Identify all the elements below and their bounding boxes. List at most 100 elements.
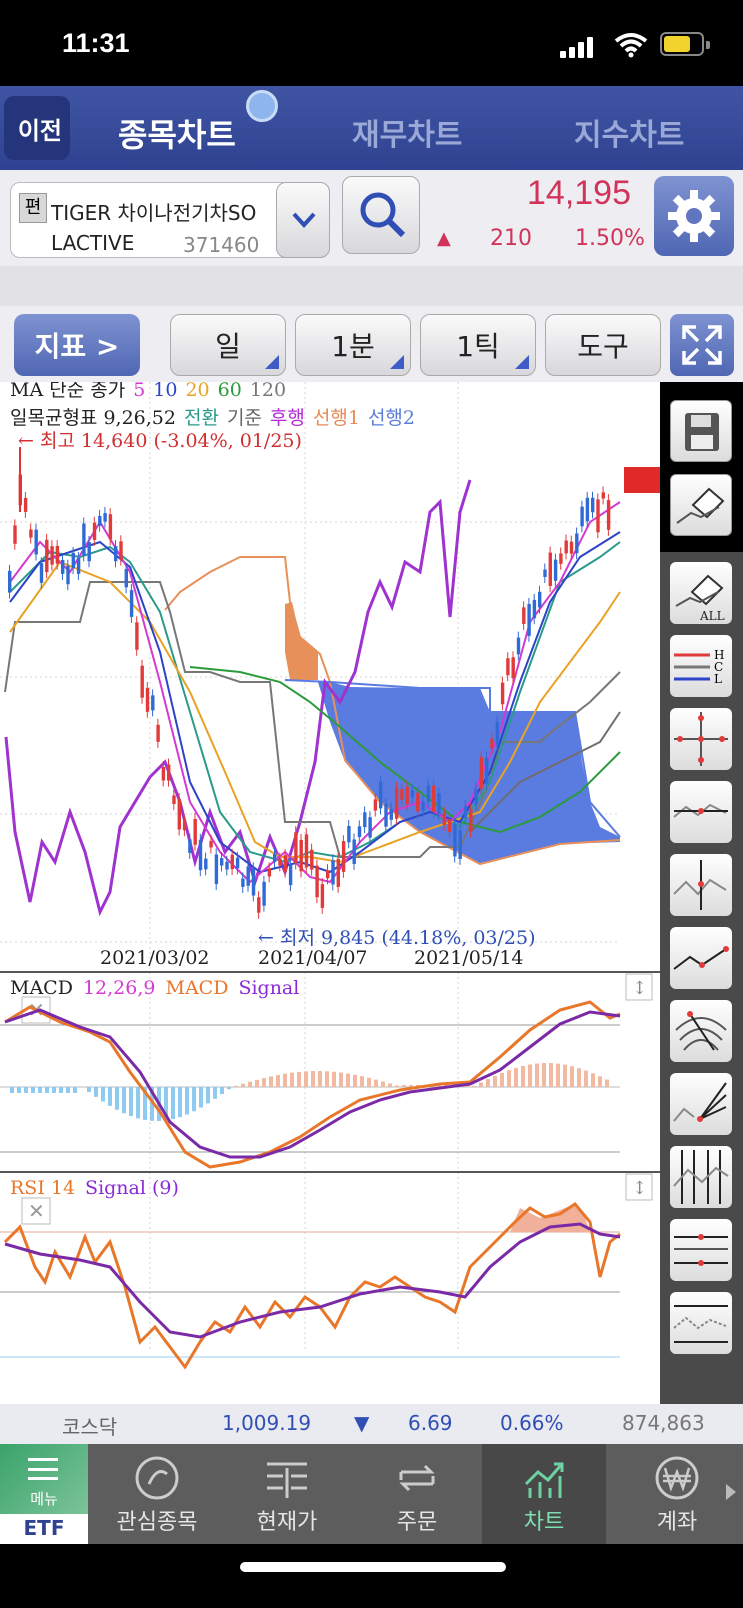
tool-fan-lines[interactable] bbox=[670, 1073, 732, 1135]
home-indicator[interactable] bbox=[240, 1562, 506, 1572]
macd-hist-bar bbox=[185, 1087, 189, 1115]
macd-hist-bar bbox=[136, 1087, 140, 1119]
svg-text:MACD12,26,9MACDSignal: MACD 12,26,9 MACD Signal bbox=[10, 977, 299, 999]
refresh-icon[interactable] bbox=[246, 90, 278, 122]
candle-body bbox=[469, 809, 473, 832]
candle-body bbox=[278, 858, 282, 866]
candle-body bbox=[273, 854, 277, 862]
macd-hist-bar bbox=[542, 1063, 546, 1087]
nav-current-price[interactable]: 현재가 bbox=[222, 1444, 352, 1544]
candle-body bbox=[188, 839, 192, 853]
nav-chart[interactable]: 차트 bbox=[482, 1444, 606, 1544]
save-tool-button[interactable] bbox=[670, 400, 732, 462]
candle-body bbox=[135, 622, 139, 650]
stock-name-2: LACTIVE bbox=[51, 231, 135, 255]
tab-financial-chart[interactable]: 재무차트 bbox=[352, 110, 462, 154]
tab-index-chart[interactable]: 지수차트 bbox=[574, 110, 684, 154]
nav-order[interactable]: 주문 bbox=[352, 1444, 482, 1544]
candle-body bbox=[98, 515, 102, 526]
macd-hist-bar bbox=[52, 1087, 56, 1093]
candle-body bbox=[45, 539, 49, 573]
candle-body bbox=[82, 523, 86, 556]
senkou1-legend: 선행1 bbox=[313, 407, 360, 429]
etf-label: ETF bbox=[23, 1516, 65, 1540]
signal-icon bbox=[560, 36, 594, 58]
candle-body bbox=[585, 497, 590, 522]
macd-legend-name: MACD bbox=[10, 977, 73, 999]
ma120-legend: 120 bbox=[250, 382, 286, 401]
macd-hist-bar bbox=[353, 1074, 357, 1087]
period-day-button[interactable]: 일 bbox=[170, 314, 286, 376]
settings-button[interactable] bbox=[654, 176, 734, 256]
nav-account[interactable]: 계좌 bbox=[612, 1444, 742, 1544]
tool-vertical-line[interactable] bbox=[670, 854, 732, 916]
tool-crosshair[interactable] bbox=[670, 708, 732, 770]
macd-hist-bar bbox=[115, 1087, 119, 1110]
date-label-2: 2021/04/07 bbox=[258, 947, 368, 969]
stock-dropdown-button[interactable] bbox=[276, 182, 330, 258]
candle-body bbox=[167, 764, 171, 781]
macd-hist-bar bbox=[388, 1083, 392, 1087]
bottom-nav: 메뉴 ETF 관심종목 현재가 주문 차트 계좌 bbox=[0, 1444, 743, 1544]
tab-stock-chart[interactable]: 종목차트 bbox=[118, 110, 236, 156]
macd-hist-bar bbox=[577, 1068, 581, 1087]
indicator-button[interactable]: 지표 > bbox=[14, 314, 140, 376]
nav-watchlist[interactable]: 관심종목 bbox=[92, 1444, 222, 1544]
macd-hist-bar bbox=[255, 1079, 259, 1087]
tool-channel[interactable] bbox=[670, 1219, 732, 1281]
candle-body bbox=[294, 832, 298, 864]
candle-body bbox=[511, 657, 515, 679]
candle-body bbox=[267, 868, 272, 877]
candle-body bbox=[559, 553, 563, 564]
tool-l-label: L bbox=[714, 672, 722, 686]
candle-body bbox=[410, 790, 415, 798]
candle-body bbox=[198, 839, 203, 871]
edit-badge[interactable]: 편 bbox=[19, 193, 47, 223]
rsi-close-icon[interactable]: ✕ bbox=[28, 1199, 45, 1223]
chart-canvas[interactable]: MA 단순 종가 5 10 20 60 120 일목균형표 9,26,52 전환 기준 후행 선행… bbox=[0, 382, 660, 1404]
candle-body bbox=[241, 878, 245, 887]
rsi-legend-name: RSI 14 bbox=[10, 1177, 75, 1199]
macd-hist-bar bbox=[339, 1072, 343, 1087]
candle-body bbox=[257, 897, 261, 913]
macd-hist-bar bbox=[402, 1085, 406, 1087]
tool-period-lines[interactable] bbox=[670, 1146, 732, 1208]
back-button[interactable]: 이전 bbox=[4, 96, 70, 160]
candle-body bbox=[580, 506, 584, 527]
nav-more-icon[interactable] bbox=[726, 1484, 736, 1500]
tool-fibonacci-arc[interactable] bbox=[670, 1000, 732, 1062]
search-button[interactable] bbox=[342, 176, 420, 254]
tools-button[interactable]: 도구 bbox=[545, 314, 661, 376]
candle-body bbox=[331, 860, 335, 885]
won-icon bbox=[655, 1456, 699, 1500]
chart-area[interactable]: MA 단순 종가 5 10 20 60 120 일목균형표 9,26,52 전환 기준 후행 선행… bbox=[0, 382, 660, 1404]
macd-hist-bar bbox=[472, 1085, 476, 1087]
tenkan-legend: 전환 bbox=[184, 407, 219, 429]
macd-hist-bar bbox=[311, 1071, 315, 1087]
tool-erase-all[interactable]: ALL bbox=[670, 562, 732, 624]
date-label-3: 2021/05/14 bbox=[414, 947, 524, 969]
rsi-resize-icon[interactable]: ↕ bbox=[632, 1178, 647, 1199]
macd-resize-icon[interactable]: ↕ bbox=[632, 978, 647, 999]
candle-body bbox=[151, 695, 155, 711]
eraser-tool-button[interactable] bbox=[670, 474, 732, 536]
menu-button[interactable]: 메뉴 ETF bbox=[0, 1444, 88, 1544]
tool-hcl[interactable]: HCL bbox=[670, 635, 732, 697]
macd-hist-bar bbox=[374, 1079, 378, 1087]
chevron-down-icon bbox=[292, 212, 316, 228]
candle-body bbox=[204, 858, 208, 870]
candle-body bbox=[61, 559, 65, 574]
candle-body bbox=[347, 825, 351, 843]
tool-horizontal-line[interactable] bbox=[670, 781, 732, 843]
fullscreen-button[interactable] bbox=[670, 314, 734, 376]
candle-body bbox=[230, 854, 234, 870]
candle-body bbox=[55, 545, 60, 564]
tick-button[interactable]: 1틱 bbox=[420, 314, 536, 376]
ma10-legend: 10 bbox=[153, 382, 177, 401]
tool-levels[interactable] bbox=[670, 1292, 732, 1354]
tool-trend-line[interactable] bbox=[670, 927, 732, 989]
macd-panel: MACD 12,26,9 MACD Signal ✕ ↕ bbox=[0, 973, 653, 1169]
candle-body bbox=[569, 541, 574, 554]
minute-button[interactable]: 1분 bbox=[295, 314, 411, 376]
wifi-icon bbox=[614, 33, 648, 58]
